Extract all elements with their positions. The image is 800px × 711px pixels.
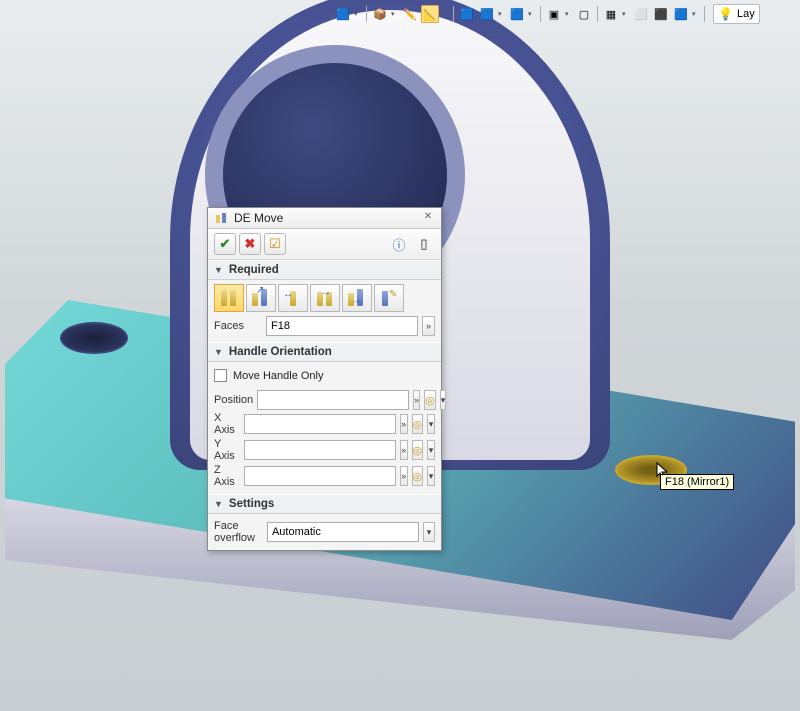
de-move-dialog: DE Move ✕ ✔ ✖ ☑ ⓘ ▯ ▼ Required ↗ ↔ → → ✎…: [207, 207, 442, 551]
xaxis-input[interactable]: [244, 414, 396, 434]
xaxis-row: X Axis » ◎ ▾: [214, 412, 435, 436]
hover-tooltip: F18 (Mirror1): [660, 474, 734, 490]
zaxis-row: Z Axis » ◎ ▾: [214, 464, 435, 488]
close-icon[interactable]: ✕: [421, 211, 435, 225]
layer-label: Lay: [737, 8, 755, 20]
position-row: Position » ◎ ▾: [214, 390, 435, 410]
handle-label: Handle Orientation: [229, 346, 332, 358]
ok-button[interactable]: ✔: [214, 233, 236, 255]
xaxis-dropdown[interactable]: »: [400, 414, 408, 434]
collapse-icon: ▼: [214, 265, 223, 275]
dropdown-icon[interactable]: ▾: [354, 10, 362, 18]
zaxis-pick[interactable]: ◎: [412, 466, 424, 486]
overflow-select[interactable]: [267, 522, 419, 542]
cancel-button[interactable]: ✖: [239, 233, 261, 255]
mode-translate[interactable]: [214, 284, 244, 312]
required-header[interactable]: ▼ Required: [208, 260, 441, 280]
faces-input[interactable]: [266, 316, 418, 336]
bulb-icon: 💡: [718, 7, 733, 21]
position-input[interactable]: [257, 390, 409, 410]
pin-button[interactable]: ▯: [413, 233, 435, 255]
mode-align[interactable]: →: [342, 284, 372, 312]
yaxis-more[interactable]: ▾: [427, 440, 435, 460]
dropdown-icon[interactable]: ▾: [692, 10, 700, 18]
zaxis-label: Z Axis: [214, 464, 240, 488]
position-label: Position: [214, 394, 253, 406]
overflow-dropdown[interactable]: ▾: [423, 522, 435, 542]
yaxis-input[interactable]: [244, 440, 396, 460]
separator: [453, 6, 454, 22]
position-pick[interactable]: ◎: [424, 390, 436, 410]
dialog-title: DE Move: [234, 211, 415, 225]
xaxis-label: X Axis: [214, 412, 240, 436]
layer-selector[interactable]: 💡 Lay: [713, 4, 760, 24]
settings-body: Face overflow ▾: [208, 514, 441, 550]
position-more[interactable]: ▾: [440, 390, 447, 410]
dropdown-icon[interactable]: ▾: [528, 10, 536, 18]
handle-header[interactable]: ▼ Handle Orientation: [208, 342, 441, 362]
yaxis-row: Y Axis » ◎ ▾: [214, 438, 435, 462]
tool-box-icon[interactable]: 📦: [371, 5, 389, 23]
dropdown-icon[interactable]: ▾: [498, 10, 506, 18]
dialog-titlebar[interactable]: DE Move ✕: [208, 208, 441, 229]
faces-row: Faces »: [214, 316, 435, 336]
mode-move-copy[interactable]: ↗: [246, 284, 276, 312]
tool-render2-icon[interactable]: ⬜: [632, 5, 650, 23]
dropdown-icon[interactable]: ▾: [441, 10, 449, 18]
info-button[interactable]: ⓘ: [388, 233, 410, 255]
mode-rotate[interactable]: ↔: [278, 284, 308, 312]
zaxis-input[interactable]: [244, 466, 396, 486]
tool-cube2-icon[interactable]: 🟦: [478, 5, 496, 23]
tool-highlight-icon[interactable]: 📐: [421, 5, 439, 23]
top-toolbar: 🟦 ▾ 📦 ▾ ✏️ 📐 ▾ 🟦 🟦 ▾ 🟦 ▾ ▣ ▾ ▢ ▦ ▾ ⬜ ⬛ 🟦…: [330, 2, 800, 26]
zaxis-dropdown[interactable]: »: [400, 466, 408, 486]
tool-cube1-icon[interactable]: 🟦: [458, 5, 476, 23]
dialog-icon: [214, 211, 228, 225]
overflow-label: Face overflow: [214, 520, 263, 544]
faces-dropdown[interactable]: »: [422, 316, 435, 336]
handle-body: Move Handle Only Position » ◎ ▾ X Axis »…: [208, 362, 441, 494]
bolt-hole-left[interactable]: [60, 322, 128, 354]
tool-render4-icon[interactable]: 🟦: [672, 5, 690, 23]
position-dropdown[interactable]: »: [413, 390, 420, 410]
dropdown-icon[interactable]: ▾: [391, 10, 399, 18]
options-button[interactable]: ☑: [264, 233, 286, 255]
tool-render1-icon[interactable]: ▦: [602, 5, 620, 23]
tool-pencil-icon[interactable]: ✏️: [401, 5, 419, 23]
separator: [597, 6, 598, 22]
separator: [540, 6, 541, 22]
overflow-row: Face overflow ▾: [214, 520, 435, 544]
collapse-icon: ▼: [214, 499, 223, 509]
tool-render3-icon[interactable]: ⬛: [652, 5, 670, 23]
yaxis-label: Y Axis: [214, 438, 240, 462]
dropdown-icon[interactable]: ▾: [565, 10, 573, 18]
mode-offset[interactable]: →: [310, 284, 340, 312]
yaxis-dropdown[interactable]: »: [400, 440, 408, 460]
yaxis-pick[interactable]: ◎: [412, 440, 424, 460]
dropdown-icon[interactable]: ▾: [622, 10, 630, 18]
move-handle-checkbox[interactable]: [214, 369, 227, 382]
xaxis-more[interactable]: ▾: [427, 414, 435, 434]
tool-view-icon[interactable]: 🟦: [508, 5, 526, 23]
settings-label: Settings: [229, 498, 274, 510]
separator: [704, 6, 705, 22]
collapse-icon: ▼: [214, 347, 223, 357]
settings-header[interactable]: ▼ Settings: [208, 494, 441, 514]
zaxis-more[interactable]: ▾: [427, 466, 435, 486]
mode-icon-strip: ↗ ↔ → → ✎: [214, 284, 435, 312]
move-handle-label: Move Handle Only: [233, 370, 324, 382]
tool-group1-icon[interactable]: 🟦: [334, 5, 352, 23]
required-label: Required: [229, 264, 279, 276]
dialog-action-row: ✔ ✖ ☑ ⓘ ▯: [208, 229, 441, 260]
tool-layout2-icon[interactable]: ▢: [575, 5, 593, 23]
separator: [366, 6, 367, 22]
xaxis-pick[interactable]: ◎: [412, 414, 424, 434]
move-handle-only-row[interactable]: Move Handle Only: [214, 366, 435, 388]
mode-modify[interactable]: ✎: [374, 284, 404, 312]
faces-label: Faces: [214, 320, 262, 332]
tool-layout1-icon[interactable]: ▣: [545, 5, 563, 23]
required-body: ↗ ↔ → → ✎ Faces »: [208, 280, 441, 342]
